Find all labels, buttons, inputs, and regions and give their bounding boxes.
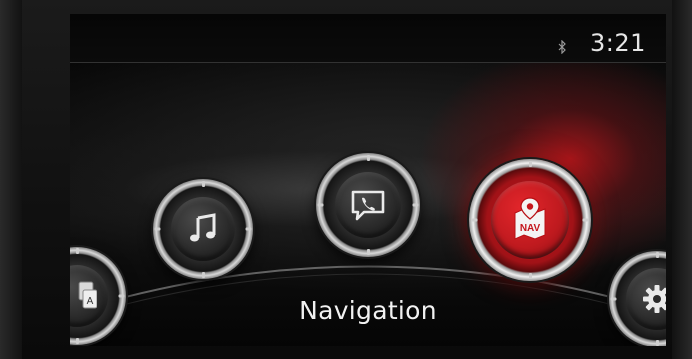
apps-icon: A <box>78 281 97 309</box>
dial-tick <box>655 252 659 259</box>
phone-message-icon <box>351 190 385 221</box>
communication-button[interactable] <box>316 153 420 257</box>
settings-dial-face <box>626 268 666 330</box>
dial-tick <box>471 218 478 222</box>
dial-tick <box>528 272 532 279</box>
dial-tick <box>366 249 370 256</box>
dial-tick <box>154 227 161 231</box>
bezel-left-edge <box>0 0 22 359</box>
dial-tick <box>412 203 419 207</box>
dial-tick <box>582 218 589 222</box>
dial-tick <box>317 203 324 207</box>
dial-tick <box>655 339 659 346</box>
apps-dial-face: A <box>70 264 109 328</box>
communication-dial-face <box>334 171 402 239</box>
selected-item-label: Navigation <box>299 296 437 325</box>
dial-tick <box>528 161 532 168</box>
music-button[interactable] <box>153 179 253 279</box>
apps-icon-letter: A <box>87 296 94 307</box>
dial-tick <box>201 271 205 278</box>
music-dial-face <box>171 197 235 261</box>
dial-tick <box>201 180 205 187</box>
dial-tick <box>75 248 79 255</box>
music-note-icon <box>190 213 216 242</box>
nav-badge-text: NAV <box>520 223 541 234</box>
dial-tick <box>245 227 252 231</box>
nav-map-pin-icon: NAV <box>514 197 546 240</box>
dial-tick <box>610 297 617 301</box>
dial-tick <box>366 154 370 161</box>
dial-tick <box>118 294 125 298</box>
infotainment-screen: 3:21 A NAV Navigation <box>70 14 666 346</box>
device-bezel: 3:21 A NAV Navigation <box>0 0 692 359</box>
navigation-button[interactable]: NAV <box>469 159 591 281</box>
bezel-right-edge <box>672 0 692 359</box>
gear-icon <box>642 284 666 313</box>
dial-tick <box>75 337 79 344</box>
navigation-dial-face: NAV <box>490 180 570 260</box>
